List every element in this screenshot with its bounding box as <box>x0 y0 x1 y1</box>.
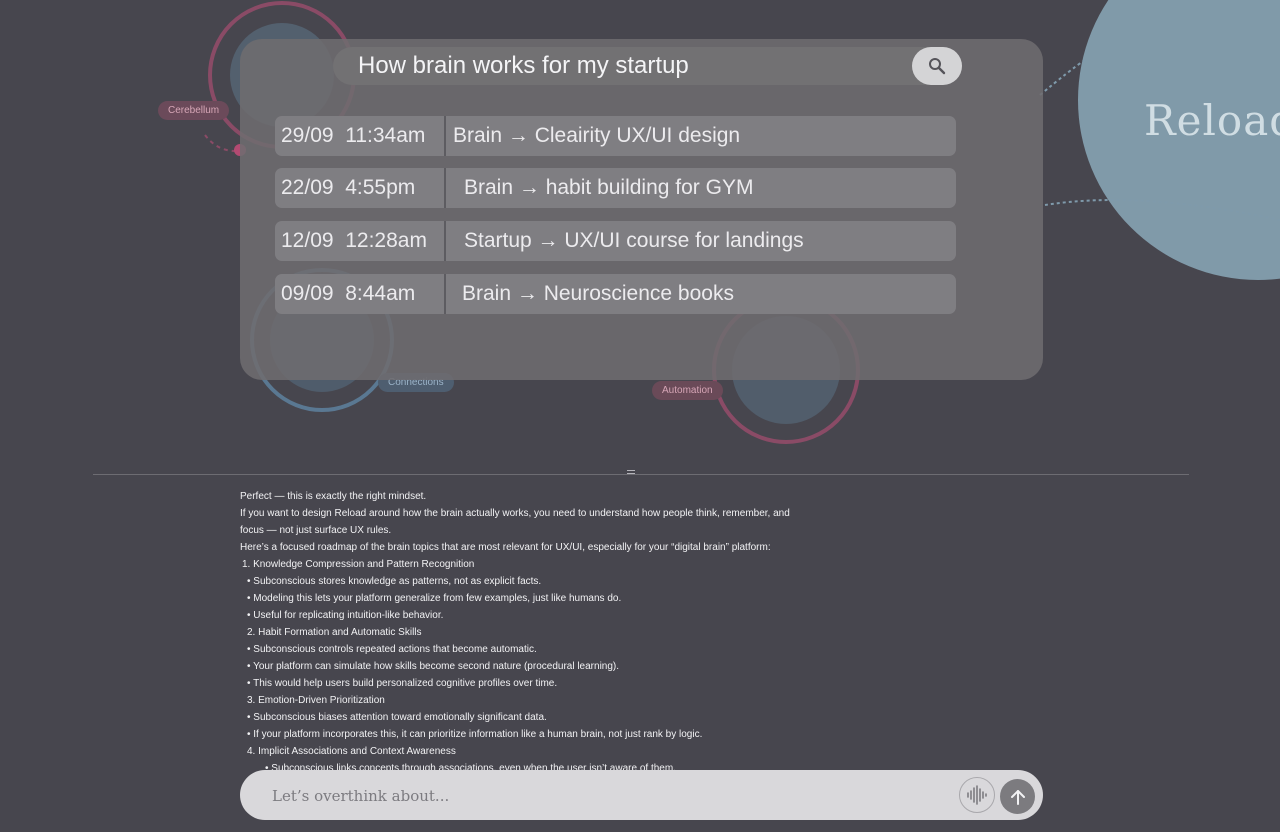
history-item[interactable]: 12/09 12:28am Startup → UX/UI course for… <box>275 221 956 261</box>
history-datetime: 12/09 12:28am <box>281 229 427 252</box>
list-item: • This would help users build personaliz… <box>247 678 558 689</box>
voice-input-button[interactable] <box>959 777 995 813</box>
assistant-response: Perfect — this is exactly the right mind… <box>240 488 840 770</box>
list-heading: 3. Emotion-Driven Prioritization <box>247 695 385 706</box>
panel-divider <box>93 474 1189 475</box>
mind-map-tag-automation[interactable]: Automation <box>652 381 723 400</box>
response-line: Here’s a focused roadmap of the brain to… <box>240 542 771 553</box>
history-title: Brain → Neuroscience books <box>462 282 734 305</box>
mind-map-tag-cerebellum[interactable]: Cerebellum <box>158 101 230 120</box>
row-divider <box>444 168 446 208</box>
list-item: • Subconscious stores knowledge as patte… <box>247 576 542 587</box>
history-datetime: 22/09 4:55pm <box>281 176 416 199</box>
search-icon <box>929 58 946 75</box>
history-title: Brain → habit building for GYM <box>464 176 754 199</box>
message-input[interactable] <box>270 780 934 812</box>
arrow-up-icon <box>1010 789 1025 805</box>
send-button[interactable] <box>1000 779 1035 814</box>
history-item[interactable]: 29/09 11:34am Brain → Cleairity UX/UI de… <box>275 116 956 156</box>
list-item: • Useful for replicating intuition-like … <box>247 610 444 621</box>
list-item: • Modeling this lets your platform gener… <box>247 593 622 604</box>
response-line: Perfect — this is exactly the right mind… <box>240 491 427 502</box>
row-divider <box>444 221 446 261</box>
brand-wordmark: Reload <box>1144 96 1280 145</box>
response-line: If you want to design Reload around how … <box>240 508 790 519</box>
list-item: • Subconscious links concepts through as… <box>265 763 676 770</box>
history-panel <box>240 39 1043 380</box>
row-divider <box>444 116 446 156</box>
list-item: • Your platform can simulate how skills … <box>247 661 620 672</box>
list-heading: 1. Knowledge Compression and Pattern Rec… <box>242 559 475 570</box>
history-title: Startup → UX/UI course for landings <box>464 229 804 252</box>
search-query[interactable]: How brain works for my startup <box>358 50 689 82</box>
search-button[interactable] <box>912 47 962 85</box>
row-divider <box>444 274 446 314</box>
waveform-icon <box>967 785 987 805</box>
list-item: • Subconscious controls repeated actions… <box>247 644 537 655</box>
history-datetime: 09/09 8:44am <box>281 282 416 305</box>
list-item: • Subconscious biases attention toward e… <box>247 712 547 723</box>
history-item[interactable]: 22/09 4:55pm Brain → habit building for … <box>275 168 956 208</box>
history-item[interactable]: 09/09 8:44am Brain → Neuroscience books <box>275 274 956 314</box>
resize-handle[interactable] <box>626 468 636 478</box>
response-line: focus — not just surface UX rules. <box>240 525 392 536</box>
list-heading: 4. Implicit Associations and Context Awa… <box>247 746 456 757</box>
list-item: • If your platform incorporates this, it… <box>247 729 703 740</box>
history-datetime: 29/09 11:34am <box>281 124 426 147</box>
list-heading: 2. Habit Formation and Automatic Skills <box>247 627 422 638</box>
history-title: Brain → Cleairity UX/UI design <box>453 124 741 147</box>
